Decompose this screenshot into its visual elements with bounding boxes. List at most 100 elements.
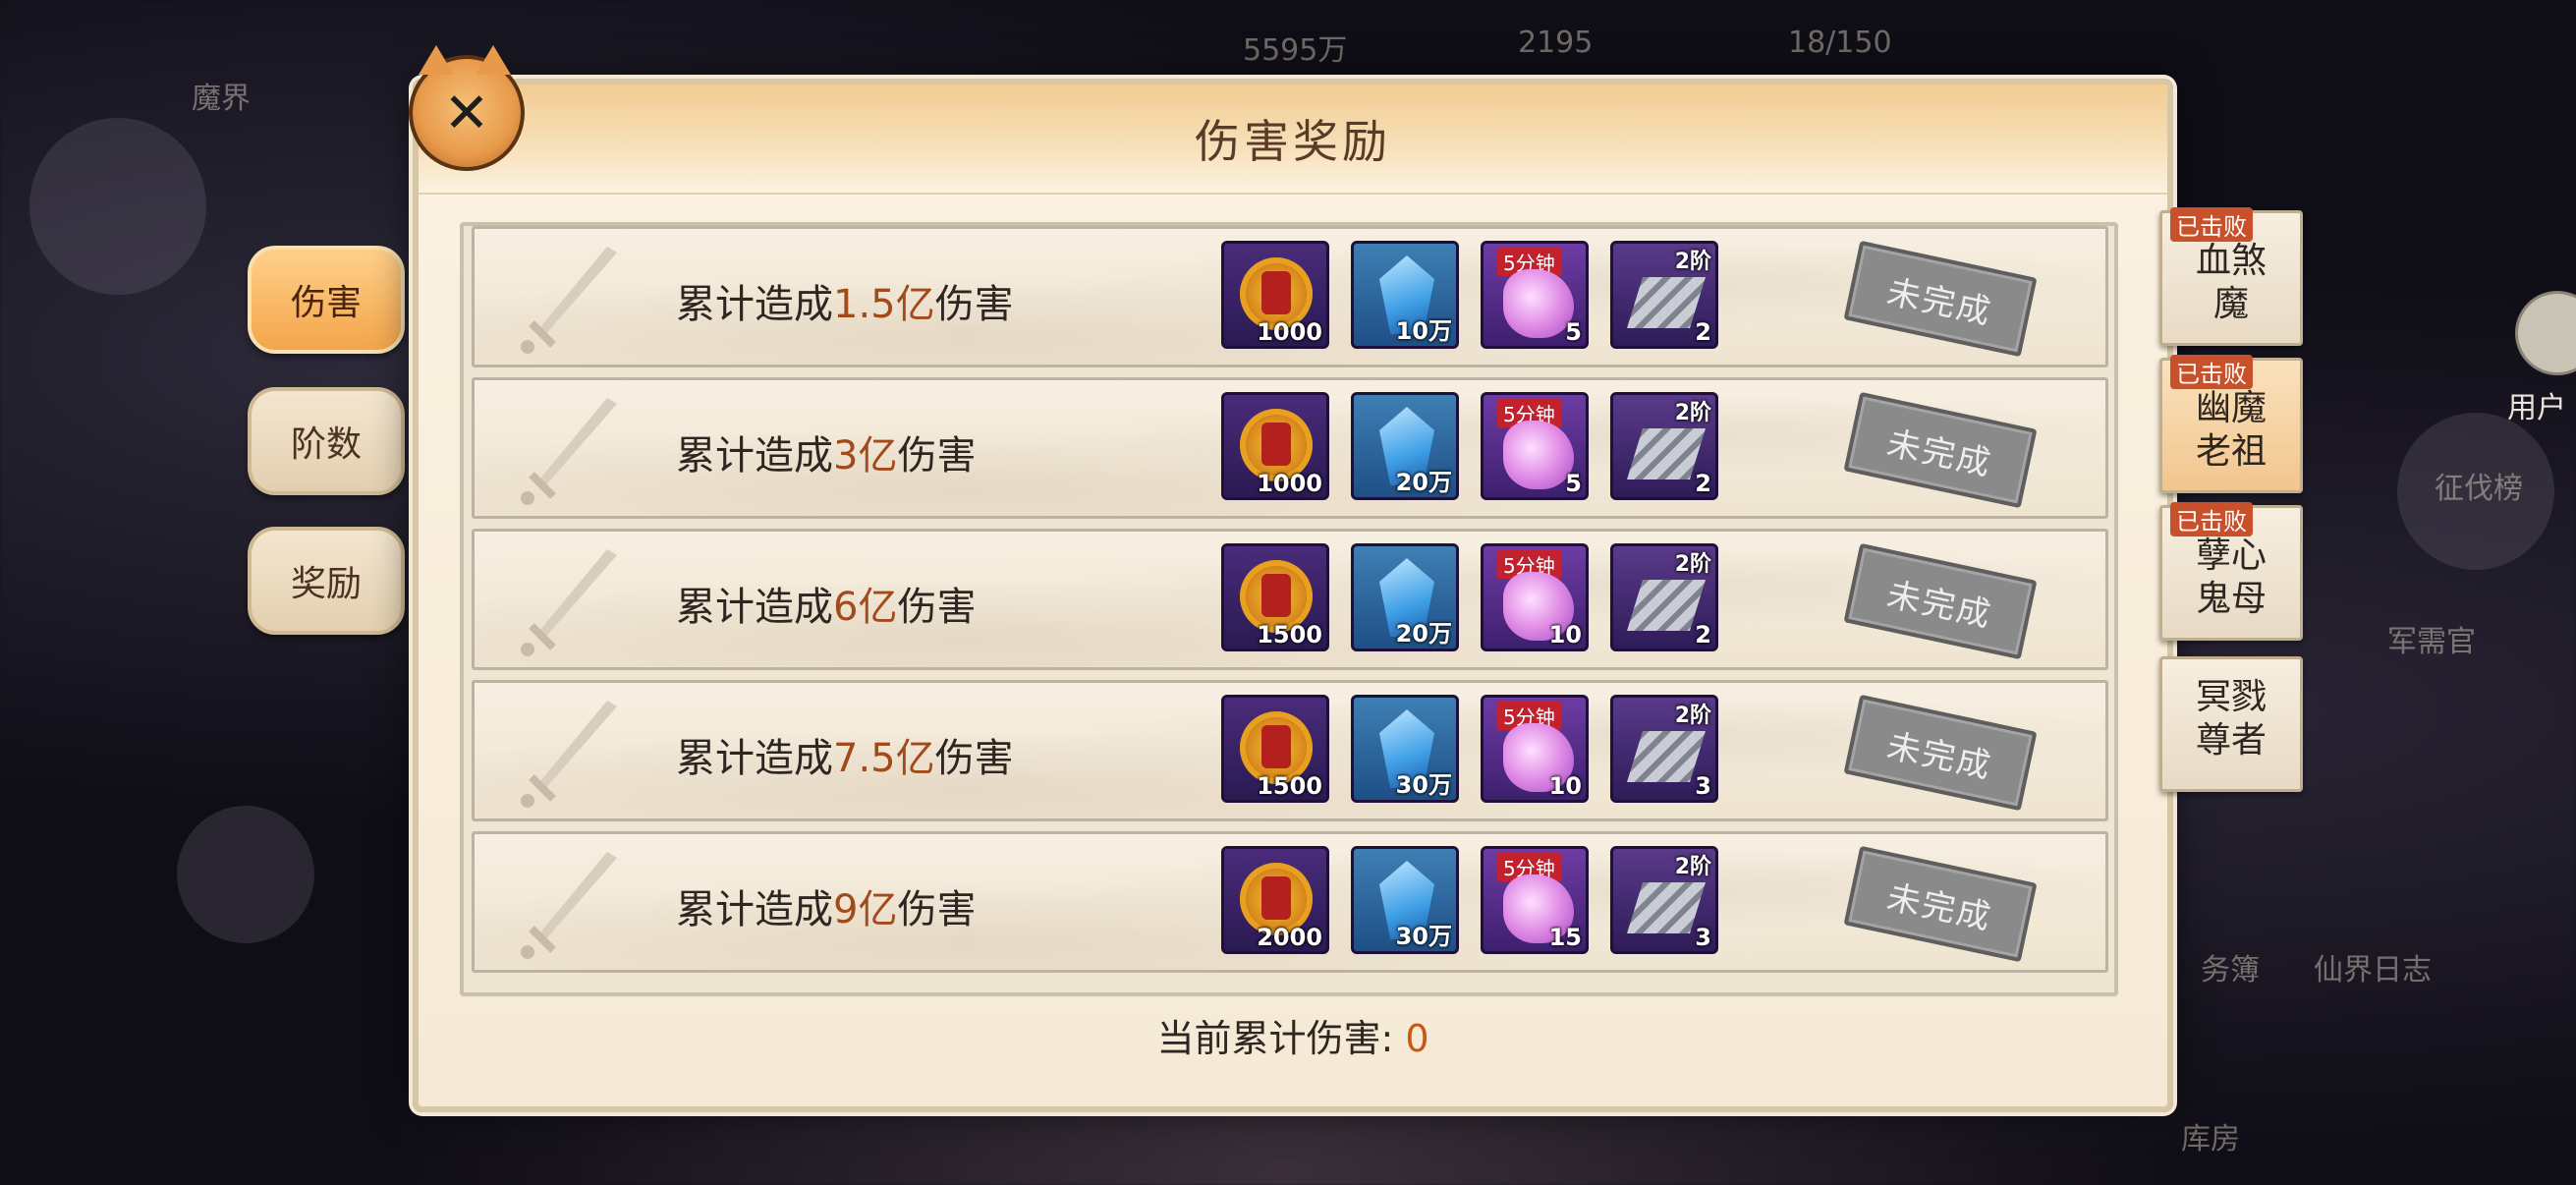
item-count: 20万: [1395, 469, 1452, 496]
status-incomplete-stamp: 未完成: [1843, 240, 2038, 358]
item-count: 3: [1695, 924, 1711, 951]
tier-tag: 2阶: [1674, 401, 1711, 425]
boss-tab-niexin[interactable]: 已击败 孽心 鬼母: [2159, 502, 2303, 641]
item-count: 10: [1548, 621, 1582, 649]
item-count: 5: [1565, 470, 1582, 497]
item-count: 2000: [1257, 924, 1322, 951]
reward-item-ingot[interactable]: 2阶 2: [1610, 392, 1718, 500]
item-count: 30万: [1395, 923, 1452, 950]
damage-amount: 6亿: [833, 585, 898, 630]
user-label: 用户: [2507, 391, 2566, 425]
damage-amount: 3亿: [833, 433, 898, 479]
reward-item-gold[interactable]: 2000: [1221, 846, 1329, 954]
condition-suffix: 伤害: [934, 736, 1014, 781]
defeated-badge: 已击败: [2170, 502, 2253, 536]
close-button[interactable]: ✕: [409, 45, 525, 171]
item-count: 1500: [1257, 772, 1322, 800]
total-damage: 当前累计伤害: 0: [419, 1008, 2167, 1062]
boss-tab-minglu[interactable]: 冥戮 尊者: [2159, 656, 2303, 792]
reward-item-gold[interactable]: 1500: [1221, 543, 1329, 651]
tab-stage[interactable]: 阶数: [248, 387, 405, 495]
reward-item-crystal[interactable]: 30万: [1351, 846, 1459, 954]
status-incomplete-stamp: 未完成: [1843, 391, 2038, 509]
reward-item-orb[interactable]: 5分钟 10: [1481, 695, 1589, 803]
tier-tag: 2阶: [1674, 250, 1711, 274]
item-count: 1500: [1257, 621, 1322, 649]
reward-item-orb[interactable]: 5分钟 15: [1481, 846, 1589, 954]
status-incomplete-stamp: 未完成: [1843, 694, 2038, 812]
row-condition: 累计造成6亿伤害: [676, 575, 976, 632]
row-condition: 累计造成9亿伤害: [676, 877, 976, 934]
tab-reward[interactable]: 奖励: [248, 527, 405, 635]
bg-label-count: 18/150: [1788, 26, 1892, 60]
item-count: 2: [1695, 470, 1711, 497]
reward-item-gold[interactable]: 1000: [1221, 241, 1329, 349]
silver-ingot-icon: [1627, 882, 1706, 933]
reward-item-orb[interactable]: 5分钟 5: [1481, 241, 1589, 349]
background-decoration: [177, 806, 314, 943]
status-incomplete-stamp: 未完成: [1843, 845, 2038, 963]
condition-prefix: 累计造成: [676, 887, 833, 932]
boss-name-line2: 鬼母: [2195, 579, 2267, 619]
bg-label-zhengfa: 征伐榜: [2435, 472, 2523, 506]
tab-damage[interactable]: 伤害: [248, 246, 405, 354]
bg-label-power: 5595万: [1243, 33, 1348, 68]
item-count: 3: [1695, 772, 1711, 800]
reward-row: 累计造成9亿伤害 2000 30万 5分钟 15 2阶 3 未完成: [472, 831, 2108, 973]
condition-suffix: 伤害: [934, 282, 1014, 327]
condition-prefix: 累计造成: [676, 736, 833, 781]
item-count: 5: [1565, 318, 1582, 346]
bg-label-kufang: 库房: [2181, 1122, 2240, 1157]
silver-ingot-icon: [1627, 277, 1706, 328]
reward-item-orb[interactable]: 5分钟 5: [1481, 392, 1589, 500]
boss-name-line1: 孽心: [2195, 536, 2267, 576]
panel-title: 伤害奖励: [1195, 115, 1391, 168]
cat-ear-icon: [419, 45, 454, 75]
reward-item-crystal[interactable]: 20万: [1351, 392, 1459, 500]
reward-item-orb[interactable]: 5分钟 10: [1481, 543, 1589, 651]
boss-tab-xuesha[interactable]: 已击败 血煞 魔: [2159, 207, 2303, 346]
row-condition: 累计造成3亿伤害: [676, 423, 976, 480]
item-count: 30万: [1395, 771, 1452, 799]
sword-icon: [521, 852, 617, 959]
panel-header: 伤害奖励: [419, 85, 2167, 195]
item-count: 1000: [1257, 470, 1322, 497]
bg-label-xianjie: 仙界日志: [2314, 953, 2432, 988]
boss-tab-youmo[interactable]: 已击败 幽魔 老祖: [2159, 355, 2303, 493]
tier-tag: 2阶: [1674, 855, 1711, 879]
item-count: 10: [1548, 772, 1582, 800]
reward-item-crystal[interactable]: 20万: [1351, 543, 1459, 651]
cat-ear-icon: [476, 45, 511, 75]
damage-amount: 9亿: [833, 887, 898, 932]
reward-item-gold[interactable]: 1000: [1221, 392, 1329, 500]
sword-icon: [521, 398, 617, 505]
reward-item-ingot[interactable]: 2阶 3: [1610, 846, 1718, 954]
reward-item-crystal[interactable]: 10万: [1351, 241, 1459, 349]
condition-prefix: 累计造成: [676, 585, 833, 630]
reward-item-ingot[interactable]: 2阶 2: [1610, 241, 1718, 349]
damage-amount: 1.5亿: [833, 282, 935, 327]
silver-ingot-icon: [1627, 580, 1706, 631]
item-count: 2: [1695, 318, 1711, 346]
reward-item-ingot[interactable]: 2阶 2: [1610, 543, 1718, 651]
reward-row: 累计造成3亿伤害 1000 20万 5分钟 5 2阶 2 未完成: [472, 377, 2108, 519]
background-decoration: [29, 118, 206, 295]
close-icon: ✕: [443, 81, 490, 145]
reward-item-crystal[interactable]: 30万: [1351, 695, 1459, 803]
game-screen: 魔界 务簿 仙界日志 军需官 征伐榜 库房 18/150 5595万 2195 …: [0, 0, 2576, 1185]
damage-amount: 7.5亿: [833, 736, 935, 781]
status-incomplete-stamp: 未完成: [1843, 542, 2038, 660]
pink-orb-icon: [1503, 269, 1574, 338]
boss-name-line1: 幽魔: [2195, 388, 2267, 428]
sword-icon: [521, 549, 617, 656]
condition-suffix: 伤害: [897, 433, 977, 479]
reward-item-gold[interactable]: 1500: [1221, 695, 1329, 803]
total-damage-label: 当前累计伤害:: [1156, 1017, 1394, 1060]
item-count: 10万: [1395, 317, 1452, 345]
reward-item-ingot[interactable]: 2阶 3: [1610, 695, 1718, 803]
reward-list[interactable]: 累计造成1.5亿伤害 1000 10万 5分钟 5 2阶 2 未完成 累计造成3亿伤…: [460, 222, 2118, 996]
condition-suffix: 伤害: [897, 887, 977, 932]
total-damage-value: 0: [1405, 1017, 1429, 1060]
reward-row: 累计造成1.5亿伤害 1000 10万 5分钟 5 2阶 2 未完成: [472, 226, 2108, 367]
reward-row: 累计造成7.5亿伤害 1500 30万 5分钟 10 2阶 3 未完成: [472, 680, 2108, 821]
